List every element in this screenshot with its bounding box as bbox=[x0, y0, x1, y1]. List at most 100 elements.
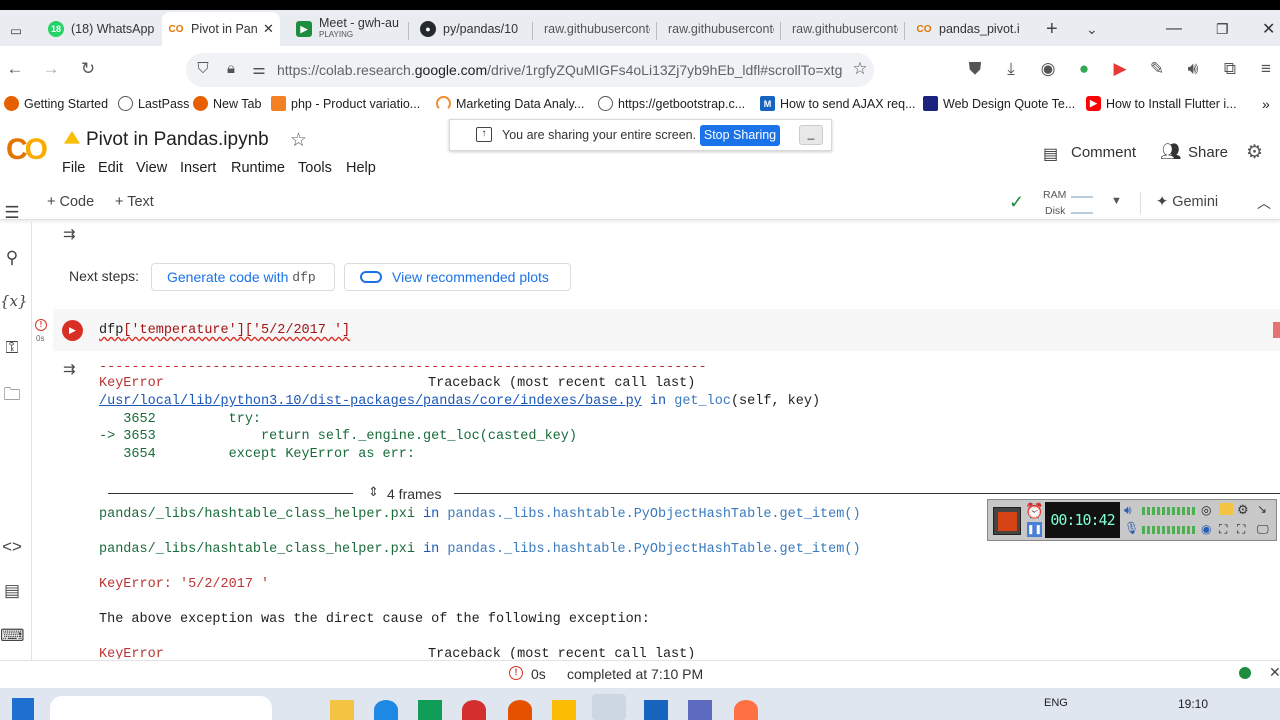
cell-code[interactable]: dfp['temperature']['5/2/2017 '] bbox=[99, 323, 350, 338]
taskbar-search[interactable] bbox=[50, 696, 272, 720]
tab-github[interactable]: ● py/pandas/10 bbox=[414, 14, 530, 44]
fullscreen-icon[interactable]: ⛶ bbox=[1237, 522, 1245, 537]
lock-icon[interactable]: 🔒︎ bbox=[220, 60, 242, 77]
app-icon[interactable] bbox=[462, 700, 486, 720]
generate-code-button[interactable]: Generate code with dfp bbox=[151, 263, 335, 291]
app-icon[interactable] bbox=[688, 700, 712, 720]
secrets-key-icon[interactable]: ⚿ bbox=[0, 338, 24, 358]
toc-icon[interactable]: ☰ bbox=[0, 203, 24, 223]
notebook-title[interactable]: Pivot in Pandas.ipynb bbox=[86, 129, 269, 151]
edge-icon[interactable] bbox=[374, 700, 398, 720]
pocket-icon[interactable]: ⛊ bbox=[964, 59, 986, 79]
tab-raw-1[interactable]: raw.githubuserconte bbox=[538, 14, 650, 44]
tab-pandas-pivot[interactable]: CO pandas_pivot.i bbox=[910, 14, 1022, 44]
cursor-icon[interactable]: ◉ bbox=[1201, 522, 1211, 536]
bookmark-star-icon[interactable]: ☆ bbox=[849, 59, 871, 79]
language-indicator[interactable]: ENG bbox=[1044, 697, 1068, 709]
comment-button[interactable]: Comment bbox=[1071, 144, 1136, 161]
bookmark-flutter[interactable]: ▶ How to Install Flutter i... bbox=[1086, 96, 1237, 111]
audio-icon[interactable]: 🔊︎ bbox=[1182, 59, 1204, 79]
code-snippets-icon[interactable]: <> bbox=[0, 537, 24, 557]
tab-meet[interactable]: ▶ Meet - gwh-au PLAYING bbox=[290, 14, 402, 44]
close-window-button[interactable]: ✕ bbox=[1256, 14, 1280, 44]
tab-raw-3[interactable]: raw.githubuserconte bbox=[786, 14, 898, 44]
bookmark-lastpass[interactable]: LastPass bbox=[118, 96, 189, 111]
bookmark-new-tab[interactable]: New Tab bbox=[193, 96, 261, 111]
recommended-plots-button[interactable]: View recommended plots bbox=[344, 263, 571, 291]
start-icon[interactable] bbox=[12, 698, 34, 720]
forward-icon[interactable]: → bbox=[40, 59, 62, 79]
arrow-icon[interactable]: ↘ bbox=[1257, 502, 1267, 516]
gemini-button[interactable]: ✦ Gemini bbox=[1156, 194, 1218, 210]
explorer-icon[interactable] bbox=[330, 700, 354, 720]
run-cell-button[interactable]: ▶ bbox=[62, 320, 83, 341]
expand-frames-icon[interactable]: ⇕ bbox=[368, 484, 379, 500]
downloads-icon[interactable]: ⤓ bbox=[1000, 59, 1022, 79]
permissions-icon[interactable]: ⚌ bbox=[248, 60, 270, 78]
comment-icon[interactable]: ▤ bbox=[1043, 144, 1058, 164]
speaker-icon[interactable]: 🔊︎ bbox=[1124, 503, 1132, 518]
add-code-button[interactable]: + Code bbox=[47, 194, 94, 210]
minimize-button[interactable]: — bbox=[1160, 14, 1188, 44]
menu-file[interactable]: File bbox=[62, 160, 85, 176]
menu-runtime[interactable]: Runtime bbox=[231, 160, 285, 176]
bookmark-web-design[interactable]: Web Design Quote Te... bbox=[923, 96, 1075, 111]
output-options-icon[interactable]: ⇉ bbox=[63, 360, 76, 378]
settings-gear-icon[interactable]: ⚙ bbox=[1237, 502, 1249, 518]
taskbar-clock[interactable]: 19:10 bbox=[1178, 697, 1208, 711]
extension-green-icon[interactable]: ● bbox=[1073, 59, 1095, 79]
command-palette-icon[interactable]: ▤ bbox=[0, 581, 24, 601]
menu-insert[interactable]: Insert bbox=[180, 160, 216, 176]
traceback-file-link[interactable]: /usr/local/lib/python3.10/dist-packages/… bbox=[99, 394, 642, 409]
app-icon[interactable] bbox=[644, 700, 668, 720]
alarm-clock-icon[interactable]: ⏰ bbox=[1025, 502, 1044, 520]
menu-edit[interactable]: Edit bbox=[98, 160, 123, 176]
active-app-icon[interactable] bbox=[592, 694, 626, 720]
variables-icon[interactable]: {x} bbox=[0, 292, 28, 310]
monitor-icon[interactable]: 🖵︎ bbox=[1257, 522, 1269, 537]
eyedropper-icon[interactable]: ✎ bbox=[1146, 59, 1168, 79]
maximize-button[interactable]: ❐ bbox=[1210, 14, 1235, 44]
drive-icon[interactable] bbox=[64, 131, 80, 144]
files-folder-icon[interactable]: 🗀︎ bbox=[0, 382, 24, 411]
hide-banner-button[interactable]: _ bbox=[799, 125, 823, 145]
search-icon[interactable]: ⚲ bbox=[0, 248, 24, 268]
menu-help[interactable]: Help bbox=[346, 160, 376, 176]
record-stop-button[interactable] bbox=[998, 512, 1017, 531]
terminal-icon[interactable]: ⌨ bbox=[0, 626, 25, 646]
menu-tools[interactable]: Tools bbox=[298, 160, 332, 176]
bookmark-ajax[interactable]: M How to send AJAX req... bbox=[760, 96, 916, 111]
close-tab-icon[interactable]: ✕ bbox=[263, 21, 274, 37]
connection-status-icon[interactable] bbox=[1239, 667, 1251, 679]
app-icon[interactable] bbox=[552, 700, 576, 720]
extensions-icon[interactable]: ⧉ bbox=[1219, 59, 1241, 79]
tab-list-chevron-icon[interactable]: ⌄ bbox=[1080, 14, 1104, 44]
gear-icon[interactable]: ⚙ bbox=[1246, 141, 1263, 164]
output-options-icon[interactable]: ⇉ bbox=[63, 225, 76, 243]
reload-icon[interactable]: ↻ bbox=[77, 59, 99, 79]
region-icon[interactable]: ⛶ bbox=[1219, 522, 1227, 537]
tab-pivot-in-pandas[interactable]: CO Pivot in Pan ✕ bbox=[162, 12, 280, 46]
webcam-icon[interactable]: ◎ bbox=[1201, 503, 1211, 517]
back-icon[interactable]: ← bbox=[4, 59, 26, 79]
account-icon[interactable]: ◉ bbox=[1037, 59, 1059, 79]
star-icon[interactable]: ☆ bbox=[290, 129, 307, 152]
app-icon[interactable] bbox=[734, 700, 758, 720]
microphone-icon[interactable]: 🎙︎ bbox=[1124, 521, 1139, 535]
bookmark-getting-started[interactable]: Getting Started bbox=[4, 96, 108, 111]
new-tab-button[interactable]: + bbox=[1040, 14, 1064, 44]
collapse-header-icon[interactable]: ︿ bbox=[1257, 193, 1271, 213]
add-text-button[interactable]: + Text bbox=[115, 194, 154, 210]
pause-icon[interactable]: ❚❚ bbox=[1027, 522, 1042, 537]
more-bookmarks-icon[interactable]: » bbox=[1262, 96, 1270, 112]
bookmark-bootstrap[interactable]: https://getbootstrap.c... bbox=[598, 96, 745, 111]
tab-raw-2[interactable]: raw.githubuserconte bbox=[662, 14, 774, 44]
share-people-icon[interactable]: 👥︎ bbox=[1160, 142, 1182, 162]
runtime-dropdown-icon[interactable]: ▼ bbox=[1111, 195, 1122, 207]
frames-toggle[interactable]: 4 frames bbox=[387, 486, 441, 502]
stop-sharing-button[interactable]: Stop Sharing bbox=[700, 125, 780, 146]
close-status-icon[interactable]: ✕ bbox=[1269, 664, 1280, 681]
extension-youtube-icon[interactable]: ▶ bbox=[1109, 59, 1131, 79]
bookmark-php[interactable]: php - Product variatio... bbox=[271, 96, 420, 111]
tab-whatsapp[interactable]: 18 (18) WhatsApp bbox=[42, 14, 160, 44]
